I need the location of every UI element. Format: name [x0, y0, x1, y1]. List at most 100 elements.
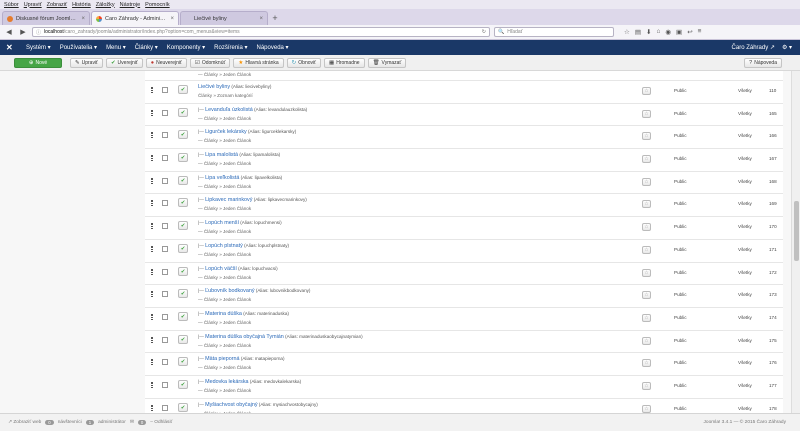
menu-item-link[interactable]: Materina dúška obyčajná Tymián — [205, 334, 284, 340]
row-checkbox[interactable] — [162, 245, 168, 252]
close-tab-icon[interactable]: × — [259, 16, 263, 22]
published-check-icon[interactable]: ✔ — [178, 289, 188, 299]
row-checkbox[interactable] — [162, 177, 168, 184]
published-check-icon[interactable]: ✔ — [178, 130, 188, 140]
drag-handle-icon[interactable] — [151, 155, 153, 162]
menu-item-link[interactable]: Lipkavec marinkový — [205, 197, 252, 203]
forward-icon[interactable]: ▶ — [18, 27, 28, 37]
joomla-menu-item[interactable]: Rozšírenia ▾ — [214, 44, 247, 51]
home-star-icon[interactable]: ☆ — [642, 359, 651, 368]
published-check-icon[interactable]: ✔ — [178, 334, 188, 344]
home-star-icon[interactable]: ☆ — [642, 291, 651, 300]
published-check-icon[interactable]: ✔ — [178, 243, 188, 253]
view-site-link[interactable]: ↗ Zobraziť web — [8, 420, 41, 425]
home-button[interactable]: ★ Hlavná stránka — [233, 57, 284, 68]
published-check-icon[interactable]: ✔ — [178, 311, 188, 321]
drag-handle-icon[interactable] — [151, 200, 153, 207]
reload-icon[interactable]: ↻ — [482, 29, 486, 35]
joomla-menu-item[interactable]: Systém ▾ — [26, 44, 51, 51]
row-checkbox[interactable] — [162, 87, 168, 93]
new-button[interactable]: ⊕ Nové — [14, 57, 62, 68]
menu-item-link[interactable]: Medovka lekárska — [205, 379, 248, 385]
browser-menu-item[interactable]: Zobraziť — [47, 2, 67, 8]
joomla-menu-item[interactable]: Menu ▾ — [106, 44, 126, 51]
drag-handle-icon[interactable] — [151, 268, 153, 275]
published-check-icon[interactable]: ✔ — [178, 175, 188, 185]
published-check-icon[interactable]: ✔ — [178, 357, 188, 367]
menu-item-link[interactable]: Levanduľa úzkolistá — [205, 107, 253, 113]
reader-icon[interactable]: ▤ — [635, 28, 641, 36]
checkin-button[interactable]: ☑ Odomknúť — [189, 57, 231, 68]
drag-handle-icon[interactable] — [151, 223, 153, 230]
row-checkbox[interactable] — [162, 223, 168, 230]
drag-handle-icon[interactable] — [151, 404, 153, 411]
joomla-menu-item[interactable]: Články ▾ — [135, 44, 158, 51]
home-star-icon[interactable]: ☆ — [642, 245, 651, 254]
user-menu-icon[interactable]: ⚙ ▾ — [782, 44, 792, 51]
published-check-icon[interactable]: ✔ — [178, 153, 188, 163]
menu-item-link[interactable]: Ligurček lekársky — [205, 129, 247, 135]
browser-menu-item[interactable]: Súbor — [4, 2, 19, 8]
joomla-logo-icon[interactable]: ✕ — [6, 43, 16, 52]
browser-menu-item[interactable]: História — [72, 2, 91, 8]
drag-handle-icon[interactable] — [151, 313, 153, 320]
url-bar[interactable]: ⓘ localhost/caro_zahrady/joomla/administ… — [32, 27, 490, 37]
close-tab-icon[interactable]: × — [170, 16, 174, 22]
home-star-icon[interactable]: ☆ — [642, 268, 651, 277]
drag-handle-icon[interactable] — [151, 109, 153, 116]
published-check-icon[interactable]: ✔ — [178, 266, 188, 276]
logout-link[interactable]: – Odhlásiť — [150, 420, 172, 425]
drag-handle-icon[interactable] — [151, 381, 153, 388]
menu-item-link[interactable]: Lopúch menší — [205, 220, 239, 226]
home-star-icon[interactable]: ☆ — [642, 381, 651, 390]
drag-handle-icon[interactable] — [151, 132, 153, 139]
home-star-icon[interactable]: ☆ — [642, 313, 651, 322]
row-checkbox[interactable] — [162, 132, 168, 139]
row-checkbox[interactable] — [162, 336, 168, 343]
published-check-icon[interactable]: ✔ — [178, 402, 188, 412]
browser-menu-item[interactable]: Upraviť — [24, 2, 42, 8]
site-link[interactable]: Čaro Záhrady ↗ — [732, 44, 775, 51]
menu-item-link[interactable]: Materina dúška — [205, 311, 242, 317]
menu-item-link[interactable]: Lipa veľkolistá — [205, 175, 239, 181]
published-check-icon[interactable]: ✔ — [178, 221, 188, 231]
published-check-icon[interactable]: ✔ — [178, 85, 188, 94]
menu-item-link[interactable]: Myšiachvost obyčajný — [205, 402, 257, 408]
help-button[interactable]: ? Nápoveda — [744, 57, 782, 68]
joomla-menu-item[interactable]: Používatelia ▾ — [60, 44, 97, 51]
home-star-icon[interactable]: ☆ — [642, 87, 651, 95]
menu-item-link[interactable]: Lopúch väčší — [205, 266, 237, 272]
new-tab-button[interactable]: + — [269, 11, 281, 25]
star-icon[interactable]: ☆ — [624, 28, 630, 36]
row-checkbox[interactable] — [162, 313, 168, 320]
home-star-icon[interactable]: ☆ — [642, 109, 651, 118]
pocket-icon[interactable]: ◉ — [665, 28, 671, 36]
row-checkbox[interactable] — [162, 291, 168, 298]
scrollbar-thumb[interactable] — [794, 201, 799, 261]
page-scrollbar[interactable] — [791, 71, 800, 413]
drag-handle-icon[interactable] — [151, 245, 153, 252]
published-check-icon[interactable]: ✔ — [178, 107, 188, 117]
menu-item-link[interactable]: Liečivé byliny — [198, 84, 230, 90]
row-checkbox[interactable] — [162, 359, 168, 366]
edit-button[interactable]: ✎ Upraviť — [70, 57, 103, 68]
back-icon[interactable]: ◀ — [4, 27, 14, 37]
published-check-icon[interactable]: ✔ — [178, 198, 188, 208]
menu-item-link[interactable]: Ľubovník bodkovaný — [205, 288, 254, 294]
browser-menu-item[interactable]: Pomocník — [145, 2, 169, 8]
close-tab-icon[interactable]: × — [81, 16, 85, 22]
rebuild-button[interactable]: ↻ Obnoviť — [286, 57, 321, 68]
row-checkbox[interactable] — [162, 268, 168, 275]
published-check-icon[interactable]: ✔ — [178, 379, 188, 389]
row-checkbox[interactable] — [162, 381, 168, 388]
download-icon[interactable]: ⬇ — [646, 28, 651, 36]
hamburger-menu-icon[interactable]: ≡ — [698, 28, 702, 36]
drag-handle-icon[interactable] — [151, 336, 153, 343]
menu-item-link[interactable]: Lopúch plstnatý — [205, 243, 243, 249]
home-star-icon[interactable]: ☆ — [642, 155, 651, 164]
browser-menu-item[interactable]: Záložky — [96, 2, 115, 8]
joomla-menu-item[interactable]: Nápoveda ▾ — [257, 44, 289, 51]
browser-tab[interactable]: Čaro Záhrady - Administrácia× — [91, 11, 179, 25]
info-icon[interactable]: ⓘ — [36, 29, 41, 36]
browser-tab[interactable]: Liečivé byliny × — [180, 11, 268, 25]
